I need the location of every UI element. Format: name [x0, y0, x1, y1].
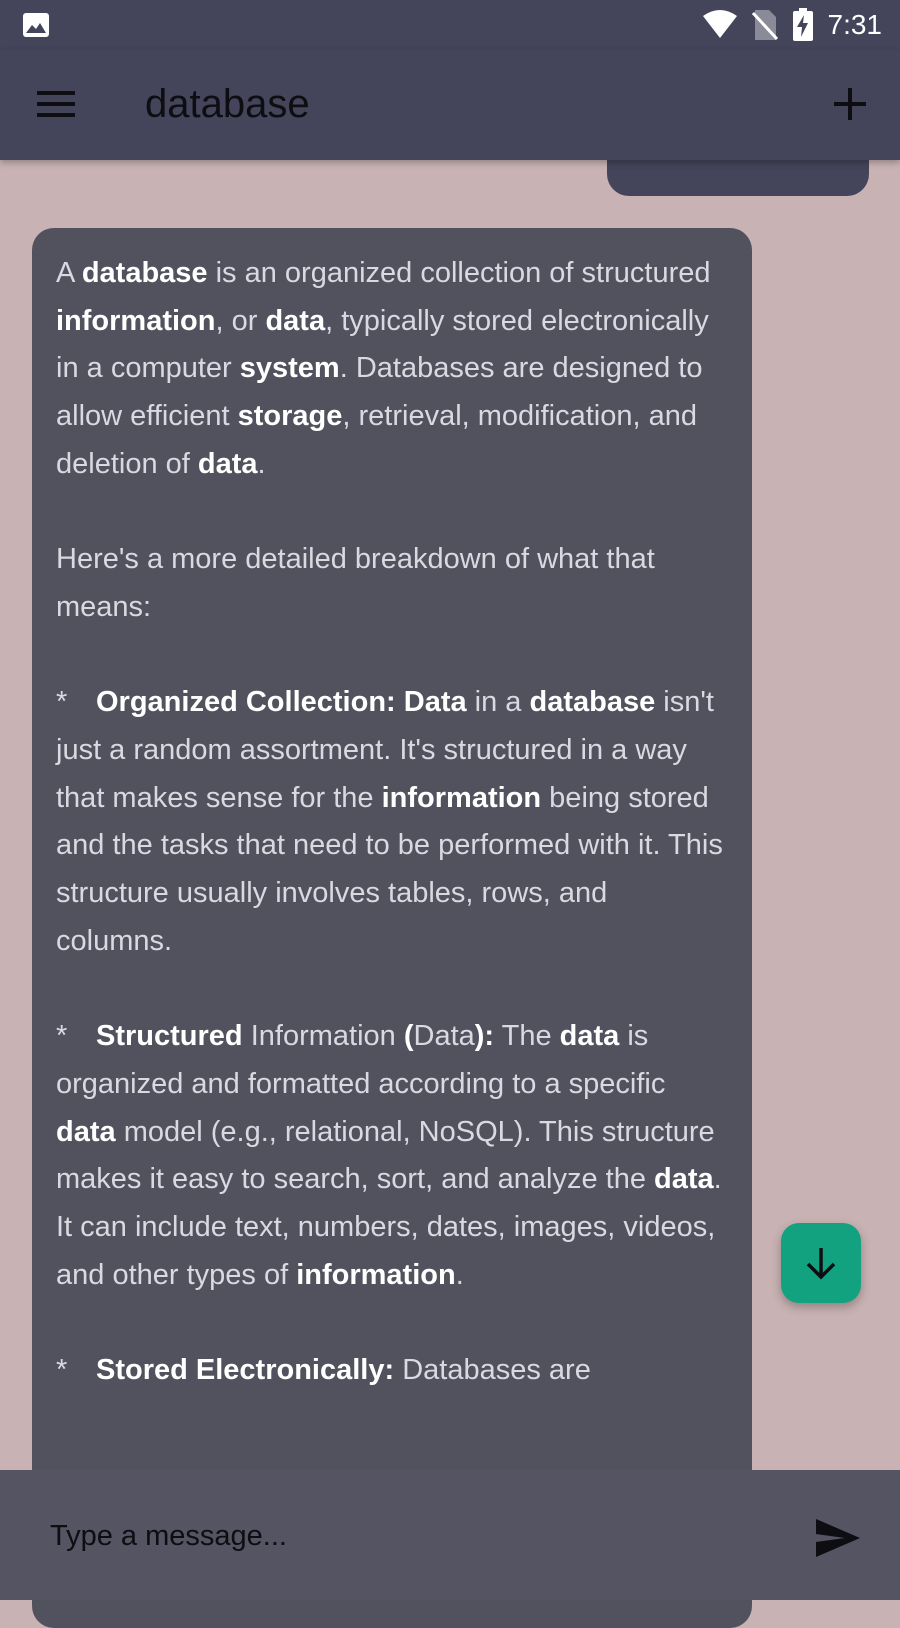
- message-composer: [0, 1470, 900, 1600]
- text-run: model (e.g., relational, NoSQL). This st…: [56, 1115, 715, 1196]
- bold-text: data: [654, 1163, 714, 1196]
- menu-button[interactable]: [30, 78, 82, 130]
- bot-message-bubble: A database is an organized collection of…: [32, 228, 752, 1628]
- bullet-marker: *: [56, 1020, 68, 1053]
- app-bar: database: [0, 50, 900, 160]
- bullet-item: * Organized Collection: Data in a databas…: [56, 679, 728, 965]
- text-run: Databases are: [394, 1354, 591, 1387]
- bot-intro-paragraph: A database is an organized collection of…: [56, 250, 728, 489]
- bold-text: information: [296, 1258, 456, 1291]
- bullet-text: Organized Collection: Data in a database…: [56, 686, 723, 957]
- bold-text: Stored Electronically:: [96, 1354, 395, 1387]
- text-run: A: [56, 257, 82, 289]
- battery-charging-icon: [792, 8, 813, 41]
- wifi-icon: [702, 10, 737, 38]
- arrow-down-icon: [806, 1248, 836, 1280]
- text-run: .: [455, 1258, 464, 1291]
- status-time: 7:31: [827, 9, 883, 40]
- bold-text: ):: [474, 1020, 495, 1053]
- bot-breakdown-intro: Here's a more detailed breakdown of what…: [56, 543, 655, 623]
- bold-text: data: [197, 447, 258, 480]
- text-run: , or: [215, 304, 266, 337]
- bold-text: storage: [237, 400, 343, 433]
- text-run: Information: [242, 1020, 404, 1053]
- gallery-icon: [23, 13, 49, 37]
- bold-text: Structured: [96, 1020, 243, 1053]
- bold-text: database: [529, 686, 656, 719]
- send-icon: [816, 1519, 860, 1557]
- menu-icon: [37, 91, 75, 117]
- status-bar: 7:31: [0, 0, 900, 50]
- bullet-text: Stored Electronically: Databases are: [96, 1354, 591, 1386]
- send-button[interactable]: [810, 1510, 866, 1566]
- bullet-marker: *: [56, 686, 68, 719]
- bullet-item: * Stored Electronically: Databases are: [56, 1347, 728, 1395]
- no-sim-icon: [751, 10, 778, 41]
- text-run: is an organized collection of structured: [207, 257, 711, 289]
- new-chat-button[interactable]: [822, 76, 878, 132]
- bold-text: data: [559, 1020, 620, 1053]
- page-title: database: [145, 82, 310, 126]
- bold-text: Data: [403, 686, 467, 719]
- bold-text: information: [56, 304, 216, 337]
- text-run: .: [257, 447, 266, 480]
- bold-text: information: [381, 781, 542, 814]
- message-input[interactable]: [48, 1500, 772, 1572]
- text-run: Data: [413, 1020, 475, 1053]
- bold-text: (: [403, 1020, 414, 1053]
- bullet-marker: *: [56, 1354, 68, 1387]
- bold-text: database: [81, 257, 208, 289]
- bold-text: data: [265, 304, 326, 337]
- add-icon: [834, 88, 866, 120]
- status-icons: 7:31: [702, 8, 883, 42]
- bullet-text: Structured Information (Data): The data …: [56, 1020, 722, 1291]
- text-run: The: [494, 1020, 560, 1053]
- bold-text: system: [239, 352, 340, 385]
- bold-text: Organized Collection:: [96, 686, 404, 719]
- text-run: in a: [466, 686, 530, 719]
- bullet-item: * Structured Information (Data): The data…: [56, 1013, 728, 1299]
- scroll-to-bottom-button[interactable]: [781, 1223, 861, 1303]
- bold-text: data: [56, 1115, 116, 1148]
